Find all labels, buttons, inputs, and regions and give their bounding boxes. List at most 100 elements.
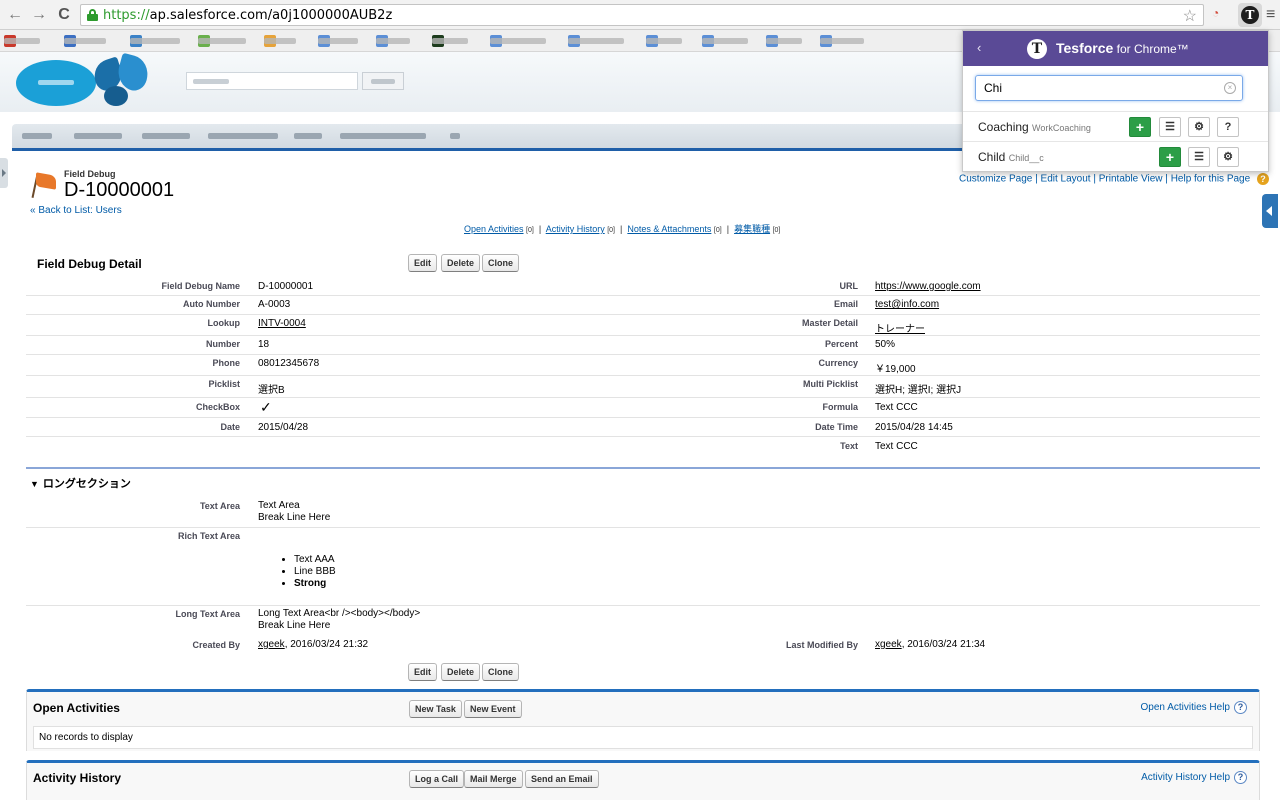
clone-button[interactable]: Clone — [482, 254, 520, 272]
bookmark-item[interactable] — [130, 35, 180, 47]
tesforce-extension-button[interactable]: T — [1238, 3, 1262, 27]
app-tab[interactable] — [450, 133, 460, 139]
mail-merge-button[interactable]: Mail Merge — [464, 770, 523, 788]
bookmark-item[interactable] — [376, 35, 410, 47]
salesforce-logo[interactable] — [16, 60, 96, 106]
long-text-line: Long Text Area<br /><body></body> — [258, 608, 421, 619]
page-top-links: Customize Page | Edit Layout | Printable… — [959, 173, 1269, 185]
browser-toolbar: ← → C https://ap.salesforce.com/a0j10000… — [0, 0, 1280, 30]
open-activities-help-link[interactable]: Open Activities Help? — [1141, 701, 1247, 714]
bookmark-item[interactable] — [432, 35, 468, 47]
back-arrow-icon[interactable]: ← — [6, 5, 24, 25]
activity-history-link[interactable]: Activity History — [546, 224, 605, 234]
url-link[interactable]: https://www.google.com — [875, 281, 981, 292]
delete-button-bottom[interactable]: Delete — [441, 663, 481, 681]
bookmark-item[interactable] — [820, 35, 864, 47]
field-label: Master Detail — [801, 318, 858, 328]
notes-attachments-link[interactable]: Notes & Attachments — [627, 224, 711, 234]
edit-layout-link[interactable]: Edit Layout — [1041, 174, 1091, 185]
open-activities-section: Open Activities New Task New Event Open … — [26, 689, 1260, 751]
list-view-button[interactable]: ☰ — [1159, 117, 1181, 137]
bookmark-item[interactable] — [702, 35, 748, 47]
popup-back-icon[interactable]: ‹ — [977, 40, 981, 55]
bookmark-item[interactable] — [198, 35, 246, 47]
customize-page-link[interactable]: Customize Page — [959, 174, 1032, 185]
right-panel-toggle-handle[interactable] — [1262, 194, 1278, 228]
activity-history-help-link[interactable]: Activity History Help? — [1141, 771, 1247, 784]
add-record-button[interactable]: + — [1129, 117, 1151, 137]
back-to-list-link[interactable]: « Back to List: Users — [30, 205, 122, 216]
send-email-button[interactable]: Send an Email — [525, 770, 599, 788]
app-tab[interactable] — [74, 133, 122, 139]
bookmark-item[interactable] — [766, 35, 802, 47]
help-button[interactable]: ? — [1217, 117, 1239, 137]
popup-search-field[interactable]: × — [975, 75, 1243, 101]
open-activities-link[interactable]: Open Activities — [464, 224, 524, 234]
chrome-menu-icon[interactable]: ≡ — [1266, 6, 1275, 24]
long-text-line: Break Line Here — [258, 620, 331, 631]
new-task-button[interactable]: New Task — [409, 700, 462, 718]
field-label: Last Modified By — [785, 640, 858, 650]
popup-search-input[interactable] — [984, 80, 1214, 96]
lookup-link[interactable]: INTV-0004 — [258, 318, 306, 329]
add-record-button[interactable]: + — [1159, 147, 1181, 167]
bookmark-item[interactable] — [490, 35, 546, 47]
butterfly-logo-icon — [88, 52, 154, 110]
recruitment-job-link[interactable]: 募集職種 — [734, 224, 770, 234]
text-area-line: Text Area — [258, 500, 300, 511]
long-section-header[interactable]: ▼ ロングセクション — [30, 475, 131, 491]
help-question-icon[interactable]: ? — [1234, 771, 1247, 784]
bookmark-item[interactable] — [264, 35, 296, 47]
result-row-coaching[interactable]: Coaching WorkCoaching + ☰ ⚙ ? — [963, 111, 1268, 141]
email-link[interactable]: test@info.com — [875, 299, 939, 310]
help-question-icon[interactable]: ? — [1234, 701, 1247, 714]
forward-arrow-icon[interactable]: → — [30, 5, 48, 25]
bookmark-item[interactable] — [646, 35, 682, 47]
collapse-triangle-icon[interactable]: ▼ — [30, 479, 39, 489]
app-tab[interactable] — [294, 133, 322, 139]
printable-view-link[interactable]: Printable View — [1099, 174, 1163, 185]
list-item: Strong — [294, 578, 336, 590]
help-for-page-link[interactable]: Help for this Page — [1171, 174, 1251, 185]
app-tab[interactable] — [208, 133, 278, 139]
result-row-child[interactable]: Child Child__c + ☰ ⚙ — [963, 141, 1268, 171]
global-search-button[interactable] — [362, 72, 404, 90]
edit-button[interactable]: Edit — [408, 254, 437, 272]
url-text: https://ap.salesforce.com/a0j1000000AUB2… — [103, 8, 393, 23]
global-search-input[interactable] — [186, 72, 358, 90]
bookmark-item[interactable] — [318, 35, 358, 47]
open-activities-title: Open Activities — [33, 701, 120, 715]
reload-icon[interactable]: C — [55, 5, 73, 25]
help-question-icon[interactable]: ? — [1256, 173, 1269, 185]
list-view-button[interactable]: ☰ — [1188, 147, 1210, 167]
master-detail-link[interactable]: トレーナー — [875, 320, 925, 335]
field-label: Multi Picklist — [802, 379, 858, 389]
created-by-user-link[interactable]: xgeek — [258, 639, 285, 650]
bookmark-item[interactable] — [4, 35, 40, 47]
delete-button[interactable]: Delete — [441, 254, 481, 272]
log-a-call-button[interactable]: Log a Call — [409, 770, 465, 788]
edit-button-bottom[interactable]: Edit — [408, 663, 437, 681]
address-bar[interactable]: https://ap.salesforce.com/a0j1000000AUB2… — [80, 4, 1204, 26]
modified-by-user-link[interactable]: xgeek — [875, 639, 902, 650]
bookmark-item[interactable] — [568, 35, 624, 47]
extension-icon[interactable]: ◔ — [1212, 6, 1219, 20]
activity-history-section: Activity History Log a Call Mail Merge S… — [26, 760, 1260, 800]
text-area-line: Break Line Here — [258, 512, 331, 523]
field-label: Text Area — [199, 501, 240, 511]
app-tab[interactable] — [142, 133, 190, 139]
bookmark-star-icon[interactable]: ☆ — [1183, 6, 1197, 26]
result-name: Coaching WorkCoaching — [978, 120, 1091, 134]
new-event-button[interactable]: New Event — [464, 700, 522, 718]
settings-button[interactable]: ⚙ — [1217, 147, 1239, 167]
settings-button[interactable]: ⚙ — [1188, 117, 1210, 137]
field-label: Date — [220, 422, 240, 432]
clone-button-bottom[interactable]: Clone — [482, 663, 520, 681]
app-tab[interactable] — [22, 133, 52, 139]
field-label: Lookup — [207, 318, 241, 328]
rich-text-list: Text AAA Line BBB Strong — [280, 554, 336, 590]
sidebar-toggle-handle[interactable] — [0, 158, 8, 188]
bookmark-item[interactable] — [64, 35, 106, 47]
app-tab[interactable] — [340, 133, 426, 139]
clear-search-icon[interactable]: × — [1224, 82, 1236, 94]
